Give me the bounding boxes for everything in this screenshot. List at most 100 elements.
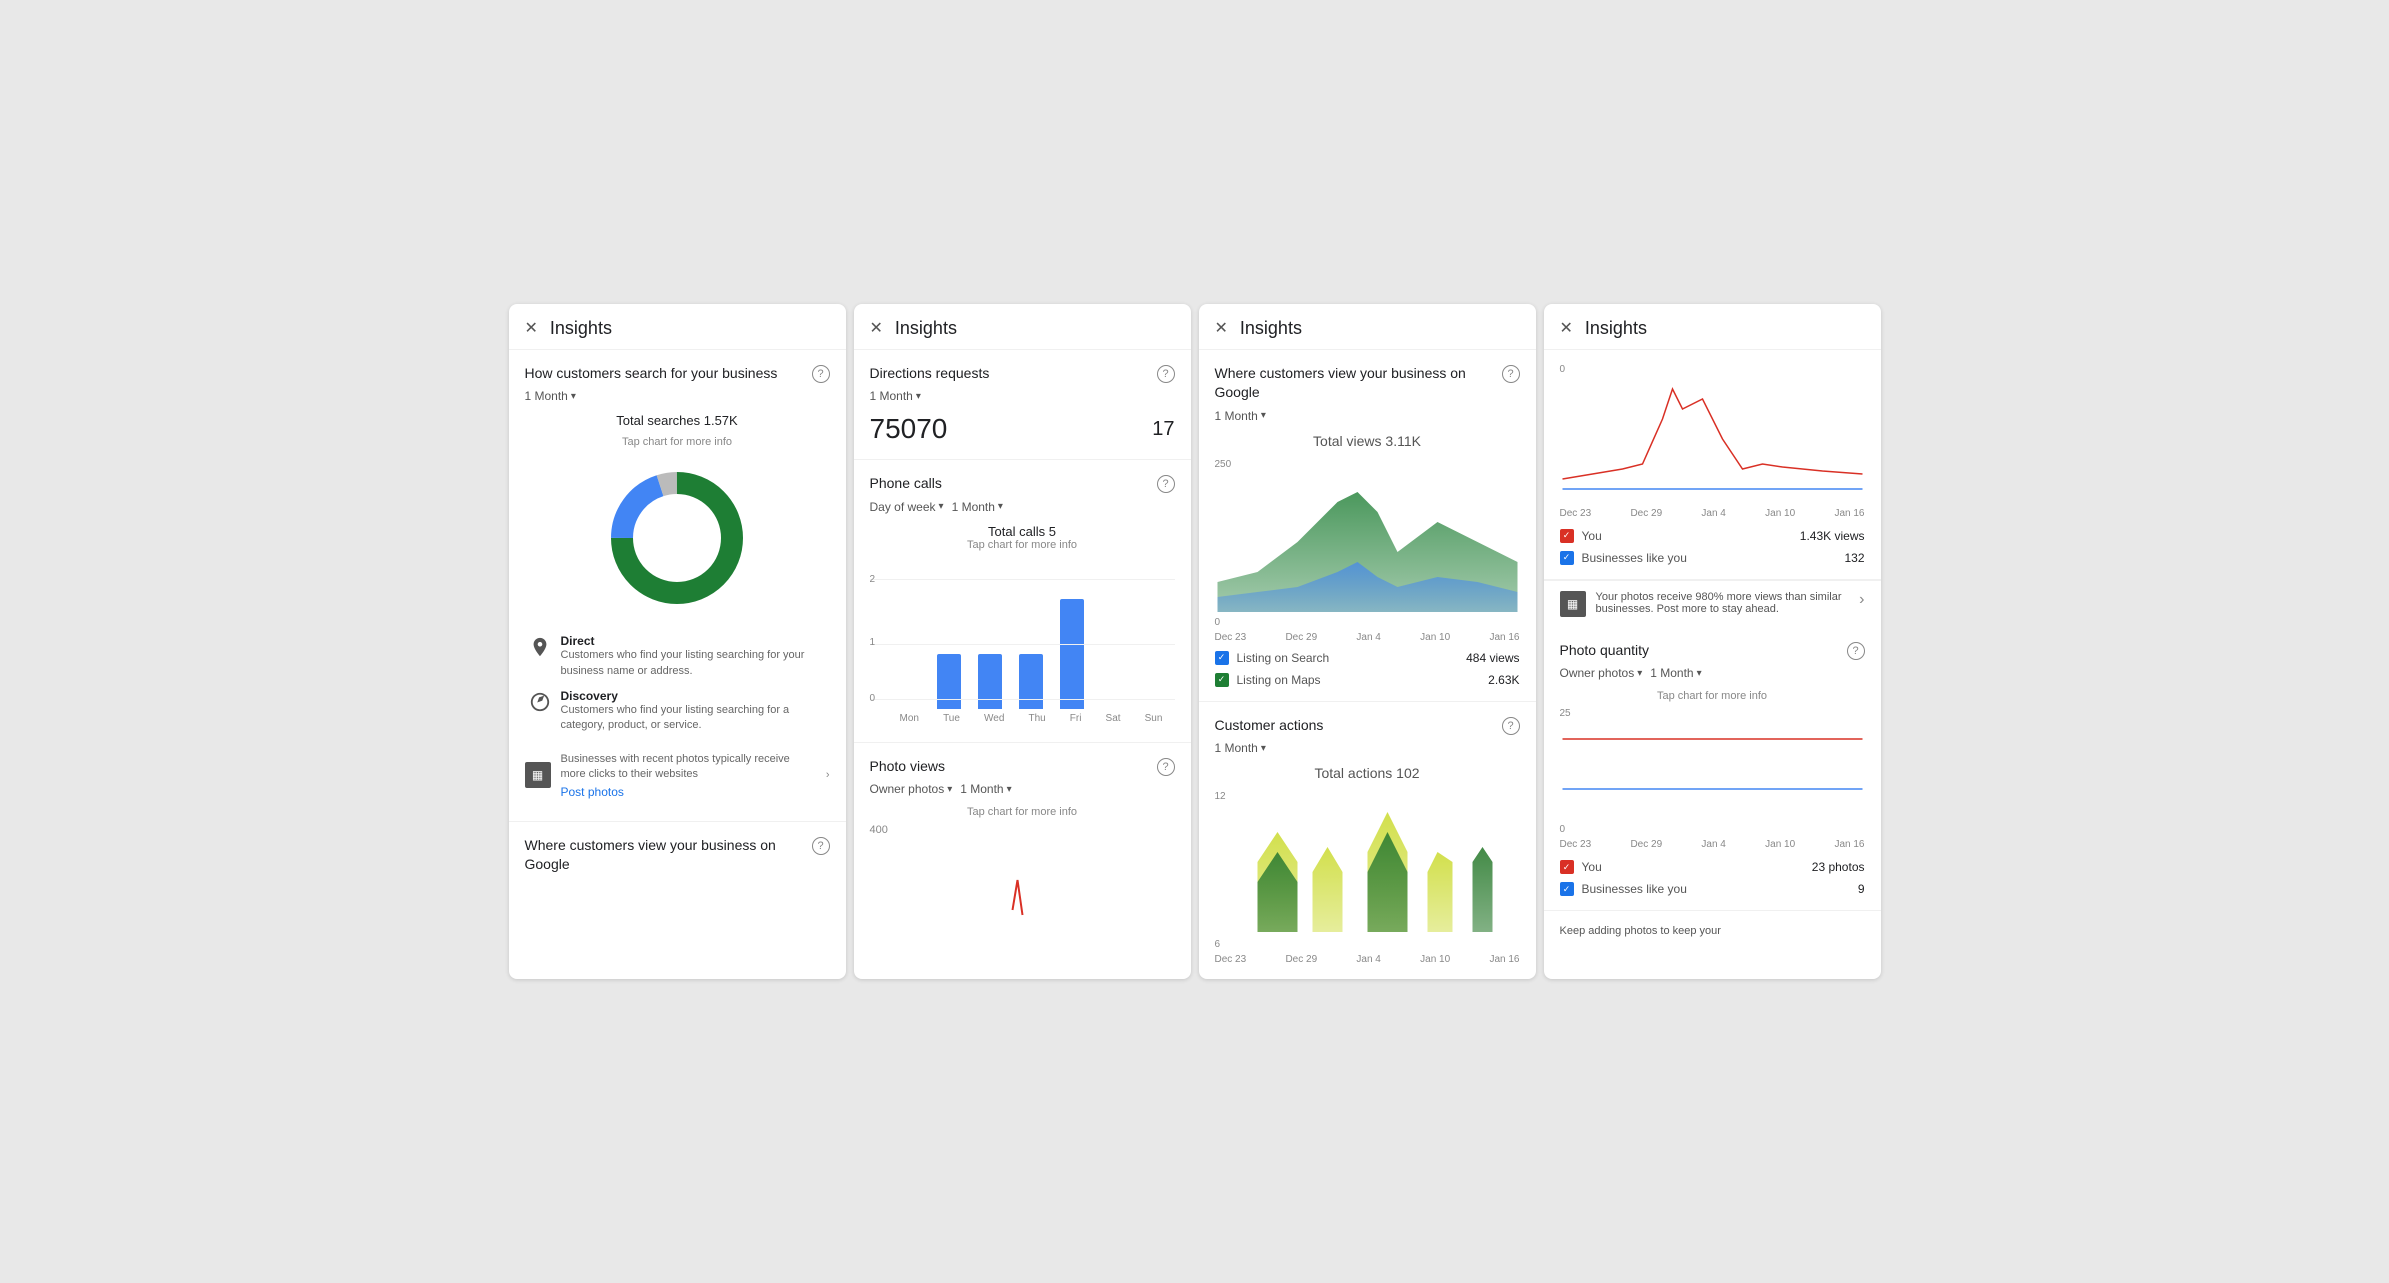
directions-numbers: 75070 17 (870, 413, 1175, 445)
panel-4-close[interactable]: ✕ (1560, 318, 1573, 338)
where-view-title: Where customers view your business on Go… (1215, 364, 1520, 403)
where-customers-view-title: Where customers view your business on Go… (525, 836, 830, 875)
photo-views-section: Photo views ? Owner photos 1 Month Tap c… (854, 743, 1191, 940)
photo-quantity-filter2[interactable]: 1 Month (1650, 666, 1701, 680)
phone-calls-section: Phone calls ? Day of week 1 Month Total … (854, 460, 1191, 743)
promo-text: Businesses with recent photos typically … (561, 752, 816, 783)
listing-search-value: 484 views (1466, 651, 1519, 665)
directions-filter-btn[interactable]: 1 Month (870, 389, 921, 403)
customer-actions-filter: 1 Month (1215, 741, 1520, 755)
y-label-0: 0 (870, 693, 876, 704)
bar-fri (1052, 569, 1093, 709)
panel-3-title: Insights (1240, 318, 1302, 339)
photo-views-filter2[interactable]: 1 Month (960, 782, 1011, 796)
you-photos-checkbox[interactable]: ✓ (1560, 860, 1574, 874)
where-customers-help-icon[interactable]: ? (812, 837, 830, 855)
listing-search-label: Listing on Search (1237, 651, 1330, 665)
listing-search-checkbox[interactable]: ✓ (1215, 651, 1229, 665)
photo-quantity-filter1[interactable]: Owner photos (1560, 666, 1643, 680)
where-view-filter-btn[interactable]: 1 Month (1215, 409, 1266, 423)
views-line-section: 0 Dec 23 Dec 29 Jan 4 Jan 10 Jan 16 (1544, 350, 1881, 580)
donut-chart (597, 458, 757, 618)
how-customers-help-icon[interactable]: ? (812, 365, 830, 383)
panel-3-close[interactable]: ✕ (1215, 318, 1228, 338)
customer-actions-chart (1215, 802, 1520, 932)
keep-adding-section: Keep adding photos to keep your (1544, 911, 1881, 951)
panel-2: ✕ Insights Directions requests ? 1 Month… (854, 304, 1191, 980)
phone-calls-help-icon[interactable]: ? (1157, 475, 1175, 493)
listing-maps-metric: ✓ Listing on Maps 2.63K (1215, 673, 1520, 687)
panel-1-title: Insights (550, 318, 612, 339)
bar-wed (970, 569, 1011, 709)
where-view-y-max: 250 (1215, 459, 1520, 470)
total-actions: Total actions 102 (1215, 765, 1520, 781)
bars-container (870, 569, 1175, 709)
photo-views-tap-info: Tap chart for more info (870, 806, 1175, 818)
phone-calls-filter2[interactable]: 1 Month (952, 500, 1003, 514)
main-container: ✕ Insights How customers search for your… (505, 300, 1885, 984)
directions-title: Directions requests ? (870, 364, 1175, 384)
total-calls: Total calls 5 (870, 524, 1175, 539)
you-photos-value: 23 photos (1812, 860, 1865, 874)
pin-icon (529, 636, 551, 658)
compass-icon (529, 691, 551, 713)
where-view-chart-area: 250 (1215, 459, 1520, 643)
biz-views-checkbox[interactable]: ✓ (1560, 551, 1574, 565)
promo-photos-section[interactable]: ▦ Your photos receive 980% more views th… (1544, 580, 1881, 627)
tap-chart-info-1: Tap chart for more info (525, 436, 830, 448)
photo-views-filter-row: Owner photos 1 Month (870, 782, 1175, 796)
photo-views-chart (870, 840, 1175, 920)
legend-direct: Direct Customers who find your listing s… (525, 634, 830, 679)
you-views-value: 1.43K views (1800, 529, 1865, 543)
total-views: Total views 3.11K (1215, 433, 1520, 449)
bar-sat (1093, 569, 1134, 709)
you-views-checkbox[interactable]: ✓ (1560, 529, 1574, 543)
panel-2-body: Directions requests ? 1 Month 75070 17 P… (854, 350, 1191, 940)
bar-mon (888, 569, 929, 709)
panel-3-body: Where customers view your business on Go… (1199, 350, 1536, 980)
panel-2-close[interactable]: ✕ (870, 318, 883, 338)
post-photos-link[interactable]: Post photos (561, 785, 816, 799)
phone-calls-filter-row: Day of week 1 Month (870, 500, 1175, 514)
actions-y-6: 6 (1215, 939, 1520, 950)
tap-chart-phone: Tap chart for more info (870, 539, 1175, 551)
how-customers-filter-btn[interactable]: 1 Month (525, 389, 576, 403)
promo-photos-text: Your photos receive 980% more views than… (1596, 591, 1850, 615)
directions-help-icon[interactable]: ? (1157, 365, 1175, 383)
photo-qty-y-start: 25 (1560, 708, 1865, 719)
customer-actions-section: Customer actions ? 1 Month Total actions… (1199, 702, 1536, 980)
customer-actions-title: Customer actions ? (1215, 716, 1520, 736)
phone-calls-filter1[interactable]: Day of week (870, 500, 944, 514)
biz-views-metric: ✓ Businesses like you 132 (1560, 551, 1865, 565)
biz-photos-checkbox[interactable]: ✓ (1560, 882, 1574, 896)
discovery-label: Discovery (561, 689, 826, 703)
photo-views-filter1[interactable]: Owner photos (870, 782, 953, 796)
where-view-help-icon[interactable]: ? (1502, 365, 1520, 383)
actions-y-12: 12 (1215, 791, 1520, 802)
promo-arrow-icon: › (1859, 591, 1864, 609)
biz-views-value: 132 (1844, 551, 1864, 565)
customer-actions-help-icon[interactable]: ? (1502, 717, 1520, 735)
bar-x-labels: Mon Tue Wed Thu Fri Sat Sun (870, 709, 1175, 728)
bar-thu (1011, 569, 1052, 709)
photo-quantity-help-icon[interactable]: ? (1847, 642, 1865, 660)
listing-maps-checkbox[interactable]: ✓ (1215, 673, 1229, 687)
panel-3-header: ✕ Insights (1199, 304, 1536, 350)
views-line-chart (1560, 379, 1865, 499)
y-label-2: 2 (870, 574, 876, 585)
listing-search-metric: ✓ Listing on Search 484 views (1215, 651, 1520, 665)
customer-actions-filter-btn[interactable]: 1 Month (1215, 741, 1266, 755)
biz-photos-metric: ✓ Businesses like you 9 (1560, 882, 1865, 896)
panel-2-title: Insights (895, 318, 957, 339)
views-y-start: 0 (1560, 364, 1865, 375)
photo-views-y-start: 400 (870, 824, 888, 836)
direct-label: Direct (561, 634, 826, 648)
donut-chart-container[interactable] (525, 458, 830, 618)
panel-2-header: ✕ Insights (854, 304, 1191, 350)
post-photos-promo[interactable]: ▦ Businesses with recent photos typicall… (525, 744, 830, 807)
photo-views-help-icon[interactable]: ? (1157, 758, 1175, 776)
bar-sun (1134, 569, 1175, 709)
panel-1-close[interactable]: ✕ (525, 318, 538, 338)
phone-calls-bar-chart[interactable]: 2 1 0 Mon (870, 559, 1175, 728)
phone-calls-title: Phone calls ? (870, 474, 1175, 494)
